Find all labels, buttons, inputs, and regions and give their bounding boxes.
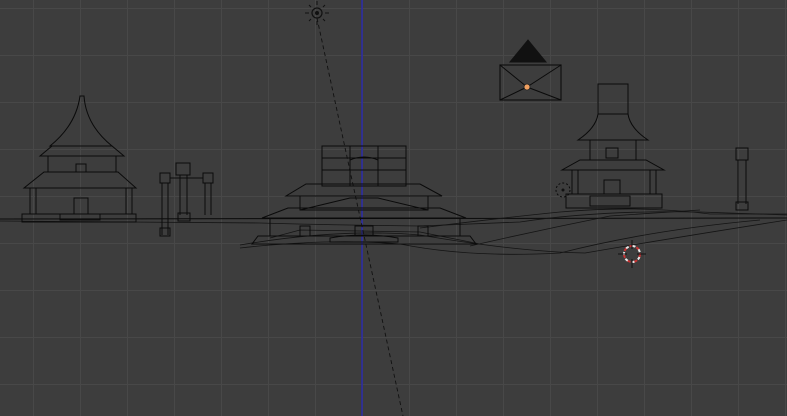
terrain[interactable]: [0, 208, 787, 255]
torii-gate[interactable]: [159, 162, 214, 237]
left-pagoda[interactable]: [21, 95, 138, 223]
lantern-post[interactable]: [735, 147, 749, 211]
3d-cursor-icon[interactable]: [618, 240, 646, 268]
viewport-scene[interactable]: [0, 0, 787, 416]
camera-icon[interactable]: [499, 39, 562, 101]
3d-viewport[interactable]: [0, 0, 787, 416]
selected-origin-dot: [523, 83, 531, 91]
sun-direction-line: [316, 17, 404, 416]
right-tower[interactable]: [555, 83, 666, 209]
central-temple[interactable]: [251, 145, 477, 245]
sun-icon[interactable]: [305, 1, 329, 25]
